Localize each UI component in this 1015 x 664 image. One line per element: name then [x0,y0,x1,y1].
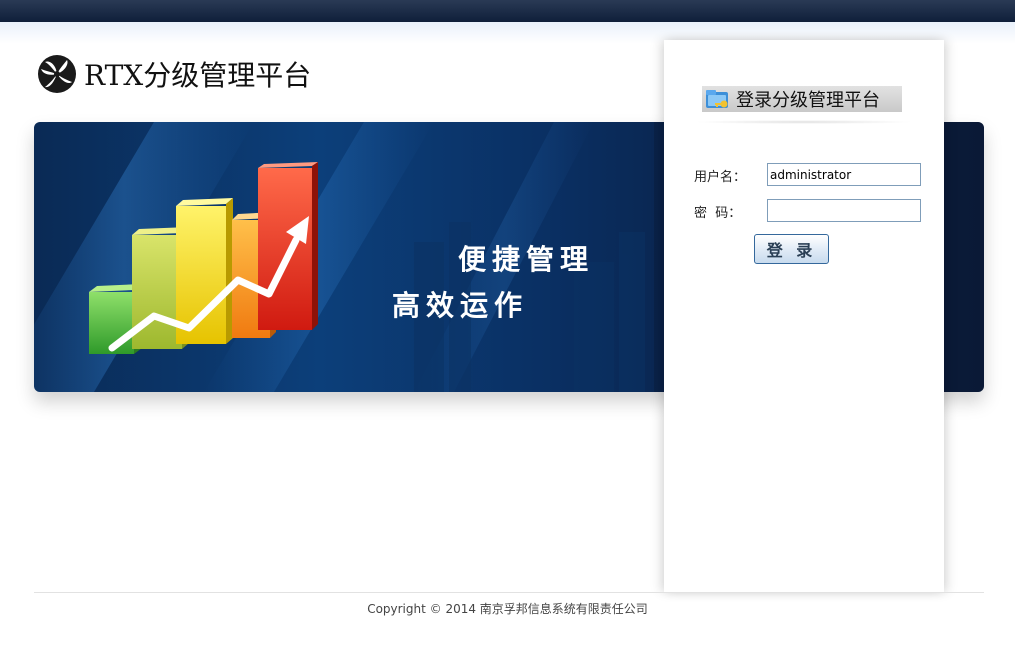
password-label: 密 码： [694,206,742,221]
copyright-text: Copyright © 2014 南京孚邦信息系统有限责任公司 [367,602,648,616]
username-label: 用户名： [694,170,747,185]
app-title: RTX分级管理平台 [84,59,312,92]
login-title-bar: 登录分级管理平台 [702,86,902,112]
slogan-line-1: 便捷管理 [458,243,595,276]
pinwheel-logo-icon [38,55,76,93]
app-logo: RTX分级管理平台 [36,52,311,96]
slogan-line-2: 高效运作 [392,289,529,322]
password-input[interactable] [767,199,921,222]
login-panel: 登录分级管理平台 用户名： 密 码： 登 录 [664,40,944,592]
username-input[interactable] [767,163,921,186]
login-title: 登录分级管理平台 [736,90,880,111]
top-bar [0,0,1015,22]
title-divider [694,120,914,124]
footer-divider [34,592,984,593]
folder-key-icon [706,90,728,108]
login-button[interactable]: 登 录 [754,234,829,264]
